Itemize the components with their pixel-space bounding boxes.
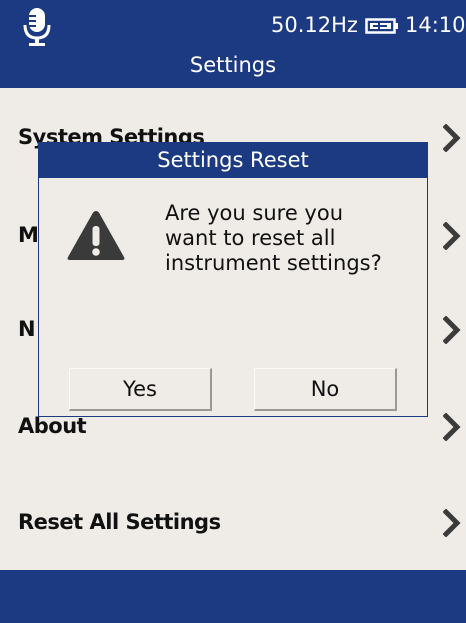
chevron-right-icon [443,124,461,152]
warning-icon [67,211,125,260]
settings-reset-dialog: Settings Reset Are you sure you want to … [38,142,428,417]
yes-button[interactable]: Yes [69,368,212,411]
dialog-message-line: Are you sure you [165,201,343,225]
footer-bar [0,570,466,623]
frequency-readout: 50.12Hz [271,13,358,37]
no-button[interactable]: No [254,368,397,411]
menu-item-reset-all-settings[interactable]: Reset All Settings [0,473,466,571]
dialog-message-line: instrument settings? [165,251,382,275]
chevron-right-icon [443,222,461,250]
menu-item-label: Reset All Settings [18,510,221,534]
dialog-title: Settings Reset [39,143,427,178]
battery-charging-icon [365,18,398,34]
menu-item-label: M [18,223,39,247]
header-bar: 50.12Hz 14:10 Settings [0,0,466,88]
microphone-icon [23,8,51,46]
dialog-message-line: want to reset all [165,226,336,250]
dialog-message: Are you sure you want to reset all instr… [165,201,415,276]
chevron-right-icon [443,413,461,441]
clock-time: 14:10 [405,13,466,37]
chevron-right-icon [443,509,461,537]
menu-item-label: N [18,317,36,341]
chevron-right-icon [443,316,461,344]
page-title: Settings [189,53,277,77]
